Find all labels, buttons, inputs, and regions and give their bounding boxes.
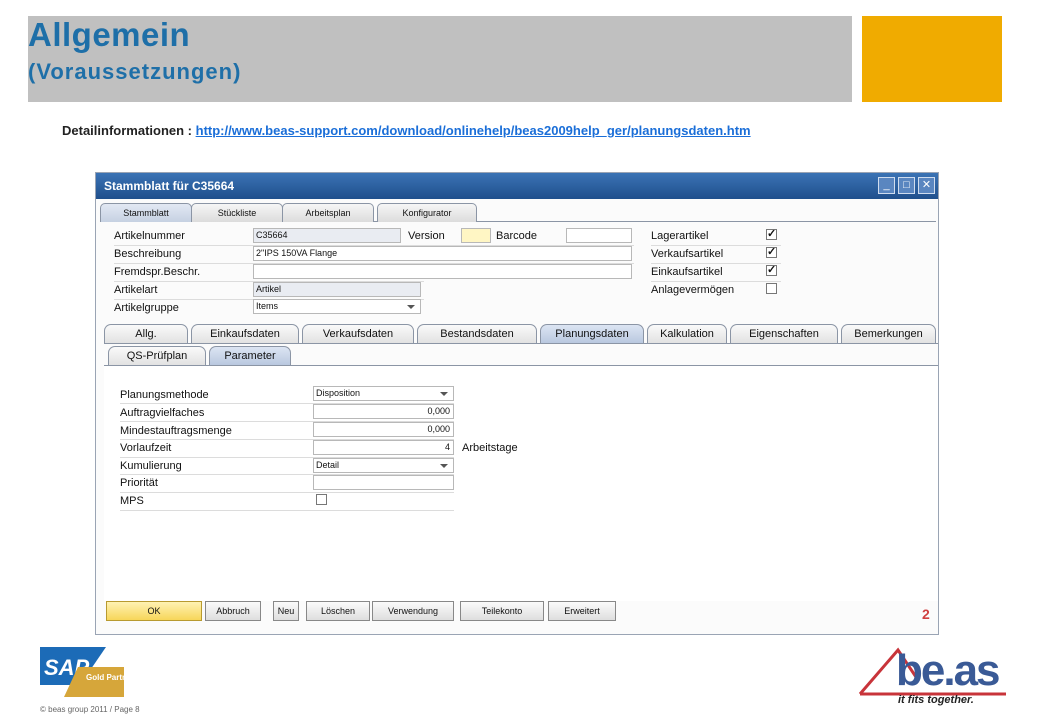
einkaufsartikel-checkbox[interactable]: ✓: [766, 265, 777, 276]
verwendung-button[interactable]: Verwendung: [372, 601, 454, 621]
prioritaet-label: Priorität: [120, 477, 158, 489]
beas-logo: be.as it fits together.: [858, 642, 1008, 712]
kumulierung-label: Kumulierung: [120, 460, 182, 472]
verkaufsartikel-checkbox[interactable]: ✓: [766, 247, 777, 258]
beas-logo-text: be.as: [896, 646, 1001, 695]
slide-title: Allgemein: [28, 16, 191, 53]
artikelart-field[interactable]: Artikel: [253, 282, 421, 297]
sap-partner-text: Gold Partner: [86, 673, 124, 682]
teilekonto-button[interactable]: Teilekonto: [460, 601, 544, 621]
detail-info: Detailinformationen : http://www.beas-su…: [62, 123, 751, 138]
version-field[interactable]: [461, 228, 491, 243]
detail-label: Detailinformationen :: [62, 123, 196, 138]
row-divider: [651, 281, 781, 282]
fremdspr-label: Fremdspr.Beschr.: [114, 266, 201, 278]
mindestauftragsmenge-label: Mindestauftragsmenge: [120, 425, 232, 437]
prioritaet-field[interactable]: [313, 475, 454, 490]
einkaufsartikel-label: Einkaufsartikel: [651, 266, 723, 278]
main-tab-line: [104, 343, 938, 344]
planungsmethode-dropdown[interactable]: Disposition: [313, 386, 454, 401]
sap-gold-partner-logo: SAP Gold Partner: [40, 647, 124, 697]
vorlaufzeit-label: Vorlaufzeit: [120, 442, 172, 454]
artikelgruppe-dropdown[interactable]: Items: [253, 299, 421, 314]
ok-button[interactable]: OK: [106, 601, 202, 621]
kumulierung-dropdown[interactable]: Detail: [313, 458, 454, 473]
tab-stammblatt[interactable]: Stammblatt: [100, 203, 192, 222]
barcode-label: Barcode: [496, 230, 537, 242]
anlagevermoegen-checkbox[interactable]: [766, 283, 777, 294]
tab-planungsdaten[interactable]: Planungsdaten: [540, 324, 644, 343]
anlagevermoegen-label: Anlagevermögen: [651, 284, 735, 296]
mindestauftragsmenge-field[interactable]: 0,000: [313, 422, 454, 437]
vorlaufzeit-unit: Arbeitstage: [462, 442, 518, 454]
artikelnummer-field[interactable]: C35664: [253, 228, 401, 243]
tab-arbeitsplan[interactable]: Arbeitsplan: [282, 203, 374, 222]
tab-eigenschaften[interactable]: Eigenschaften: [730, 324, 838, 343]
window-titlebar[interactable]: Stammblatt für C35664 _ □ ✕: [96, 173, 938, 199]
footer-copyright: © beas group 2011 / Page 8: [40, 705, 140, 714]
tab-allg[interactable]: Allg.: [104, 324, 188, 343]
subtab-qs-pruefplan[interactable]: QS-Prüfplan: [108, 346, 206, 365]
tab-einkaufsdaten[interactable]: Einkaufsdaten: [191, 324, 299, 343]
detail-link[interactable]: http://www.beas-support.com/download/onl…: [196, 123, 751, 138]
mps-label: MPS: [120, 495, 144, 507]
loeschen-button[interactable]: Löschen: [306, 601, 370, 621]
planungsdaten-panel: [104, 365, 938, 601]
minimize-icon[interactable]: _: [878, 177, 895, 194]
row-divider: [120, 510, 454, 511]
version-label: Version: [408, 230, 445, 242]
close-icon[interactable]: ✕: [918, 177, 935, 194]
row-divider: [651, 245, 781, 246]
header-accent-block: [862, 16, 1002, 102]
lagerartikel-label: Lagerartikel: [651, 230, 709, 242]
row-divider: [651, 263, 781, 264]
slide-subtitle: (Voraussetzungen): [28, 59, 242, 84]
abbruch-button[interactable]: Abbruch: [205, 601, 261, 621]
corner-mark: 2: [922, 606, 930, 622]
window-title: Stammblatt für C35664: [104, 179, 235, 193]
planungsmethode-label: Planungsmethode: [120, 389, 209, 401]
vorlaufzeit-field[interactable]: 4: [313, 440, 454, 455]
artikelnummer-label: Artikelnummer: [114, 230, 185, 242]
tab-stueckliste[interactable]: Stückliste: [191, 203, 283, 222]
barcode-field[interactable]: [566, 228, 632, 243]
auftragvielfaches-field[interactable]: 0,000: [313, 404, 454, 419]
tab-bemerkungen[interactable]: Bemerkungen: [841, 324, 936, 343]
beschreibung-label: Beschreibung: [114, 248, 182, 260]
item-master-window: Stammblatt für C35664 _ □ ✕ Stammblatt S…: [95, 172, 939, 635]
fremdspr-field[interactable]: [253, 264, 632, 279]
neu-button[interactable]: Neu: [273, 601, 299, 621]
artikelgruppe-label: Artikelgruppe: [114, 302, 179, 314]
tab-verkaufsdaten[interactable]: Verkaufsdaten: [302, 324, 414, 343]
artikelart-label: Artikelart: [114, 284, 158, 296]
maximize-icon[interactable]: □: [898, 177, 915, 194]
subtab-parameter[interactable]: Parameter: [209, 346, 291, 365]
beschreibung-field[interactable]: 2"IPS 150VA Flange: [253, 246, 632, 261]
auftragvielfaches-label: Auftragvielfaches: [120, 407, 205, 419]
tab-konfigurator[interactable]: Konfigurator: [377, 203, 477, 222]
beas-tagline: it fits together.: [898, 694, 974, 706]
mps-checkbox[interactable]: [316, 494, 327, 505]
row-divider: [120, 492, 454, 493]
erweitert-button[interactable]: Erweitert: [548, 601, 616, 621]
tab-bestandsdaten[interactable]: Bestandsdaten: [417, 324, 537, 343]
lagerartikel-checkbox[interactable]: ✓: [766, 229, 777, 240]
verkaufsartikel-label: Verkaufsartikel: [651, 248, 724, 260]
tab-kalkulation[interactable]: Kalkulation: [647, 324, 727, 343]
